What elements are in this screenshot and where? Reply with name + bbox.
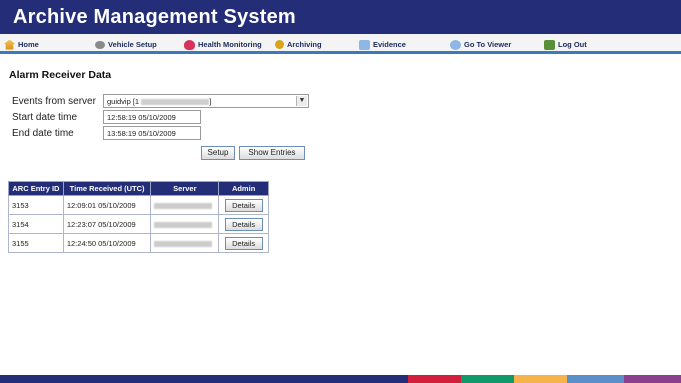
time-received: 12:23:07 05/10/2009 [62,214,152,234]
chevron-down-icon[interactable]: ▼ [296,96,307,106]
footer-segment-purple [624,375,681,383]
table-row: 3153 12:09:01 05/10/2009 Details [8,195,269,215]
end-label: End date time [12,128,74,139]
start-datetime-input[interactable]: 12:58:19 05/10/2009 [103,110,201,124]
setup-button[interactable]: Setup [201,146,235,160]
nav-log-out-label: Log Out [558,40,587,49]
viewer-icon [450,39,461,50]
nav-go-to-viewer-label: Go To Viewer [464,40,512,49]
col-header-server: Server [150,181,220,196]
nav-health-monitoring-label: Health Monitoring [198,40,262,49]
main-nav: Home Vehicle Setup Health Monitoring Arc… [0,34,681,54]
nav-home-label: Home [18,40,39,49]
admin-cell: Details [218,195,269,215]
events-label: Events from server [12,96,96,107]
time-received: 12:09:01 05/10/2009 [62,195,152,215]
time-received: 12:24:50 05/10/2009 [62,233,152,253]
footer-segment-yellow [514,375,567,383]
nav-vehicle-setup[interactable]: Vehicle Setup [95,38,157,51]
entry-id: 3155 [8,233,64,253]
redacted-server [154,240,213,247]
server-cell [150,214,220,234]
evidence-icon [359,39,370,50]
footer-segment-blue [567,375,624,383]
col-header-admin: Admin [218,181,269,196]
app-title: Archive Management System [13,6,296,28]
nav-vehicle-setup-label: Vehicle Setup [108,40,157,49]
table-row: 3155 12:24:50 05/10/2009 Details [8,233,269,253]
nav-archiving[interactable]: Archiving [275,38,322,51]
footer-segment-navy [0,375,408,383]
arc-entries-table: ARC Entry ID Time Received (UTC) Server … [8,181,269,253]
table-header-row: ARC Entry ID Time Received (UTC) Server … [8,181,269,196]
show-entries-button[interactable]: Show Entries [239,146,305,160]
app-header: Archive Management System [0,0,681,34]
col-header-entry-id: ARC Entry ID [8,181,64,196]
redacted-address [141,99,210,106]
footer-segment-green [461,375,514,383]
col-header-time: Time Received (UTC) [62,181,152,196]
home-icon [4,39,15,50]
admin-cell: Details [218,214,269,234]
footer-color-bar [0,375,681,383]
details-button[interactable]: Details [224,217,263,231]
page-title: Alarm Receiver Data [9,69,112,81]
vehicle-icon [95,40,105,49]
nav-go-to-viewer[interactable]: Go To Viewer [450,38,511,51]
server-cell [150,195,220,215]
nav-evidence[interactable]: Evidence [359,38,406,51]
redacted-server [154,221,213,228]
start-label: Start date time [12,112,78,123]
events-value-prefix: guidvip [1 [107,97,140,106]
end-datetime-input[interactable]: 13:58:19 05/10/2009 [103,126,201,140]
admin-cell: Details [218,233,269,253]
nav-archiving-label: Archiving [287,40,322,49]
nav-log-out[interactable]: Log Out [544,38,587,51]
footer-segment-red [408,375,461,383]
events-server-select[interactable]: guidvip [1] ▼ [103,94,309,108]
redacted-server [154,202,213,209]
nav-home[interactable]: Home [4,38,39,51]
nav-health-monitoring[interactable]: Health Monitoring [184,38,262,51]
details-button[interactable]: Details [224,198,263,212]
entry-id: 3153 [8,195,64,215]
details-button[interactable]: Details [224,236,263,250]
entry-id: 3154 [8,214,64,234]
logout-icon [544,39,555,50]
events-value-suffix: ] [209,97,212,106]
table-row: 3154 12:23:07 05/10/2009 Details [8,214,269,234]
nav-evidence-label: Evidence [373,40,406,49]
archiving-icon [275,40,284,49]
server-cell [150,233,220,253]
health-icon [184,39,195,50]
